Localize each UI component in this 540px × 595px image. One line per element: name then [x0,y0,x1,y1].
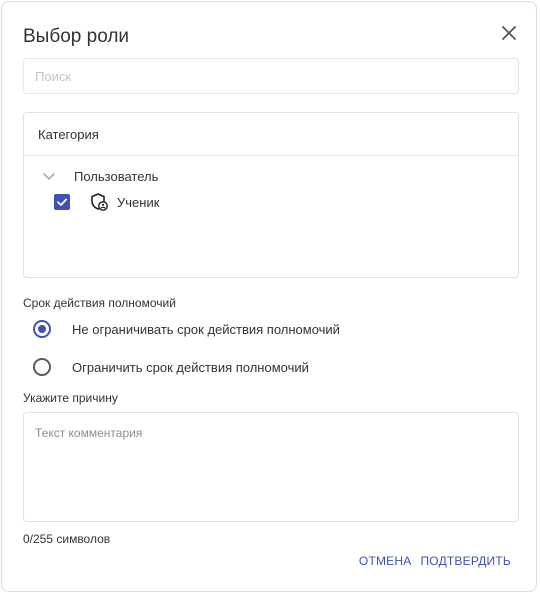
tree-group-user[interactable]: Пользователь [41,167,158,185]
student-checkbox[interactable] [54,194,70,210]
shield-user-icon [91,193,108,211]
tree-item-student[interactable]: Ученик [54,193,159,211]
chevron-down-icon[interactable] [41,168,57,184]
close-button[interactable] [498,22,520,44]
confirm-button[interactable]: ПОДТВЕРДИТЬ [420,554,511,568]
close-icon [502,26,516,40]
comment-textarea[interactable] [23,412,519,522]
reason-label: Укажите причину [23,391,118,405]
category-header: Категория [24,113,518,156]
dialog-title: Выбор роли [23,26,130,47]
tree-item-label: Ученик [117,194,160,210]
radio-unlimited[interactable]: Не ограничивать срок действия полномочий [33,320,340,338]
radio-limited-control[interactable] [33,358,51,376]
radio-unlimited-control[interactable] [33,320,51,338]
search-input[interactable] [23,58,519,94]
radio-limited[interactable]: Ограничить срок действия полномочий [33,358,309,376]
cancel-button[interactable]: ОТМЕНА [359,554,412,568]
dialog-actions: ОТМЕНА ПОДТВЕРДИТЬ [359,554,511,568]
term-label: Срок действия полномочий [23,296,176,310]
tree-group-label: Пользователь [74,168,159,184]
role-dialog: Выбор роли Категория Пользователь [1,1,537,592]
char-counter: 0/255 символов [23,532,111,546]
radio-limited-label: Ограничить срок действия полномочий [72,359,309,375]
checkmark-icon [57,198,68,206]
radio-unlimited-label: Не ограничивать срок действия полномочий [72,321,340,337]
category-panel: Категория Пользователь Ученик [23,112,519,278]
